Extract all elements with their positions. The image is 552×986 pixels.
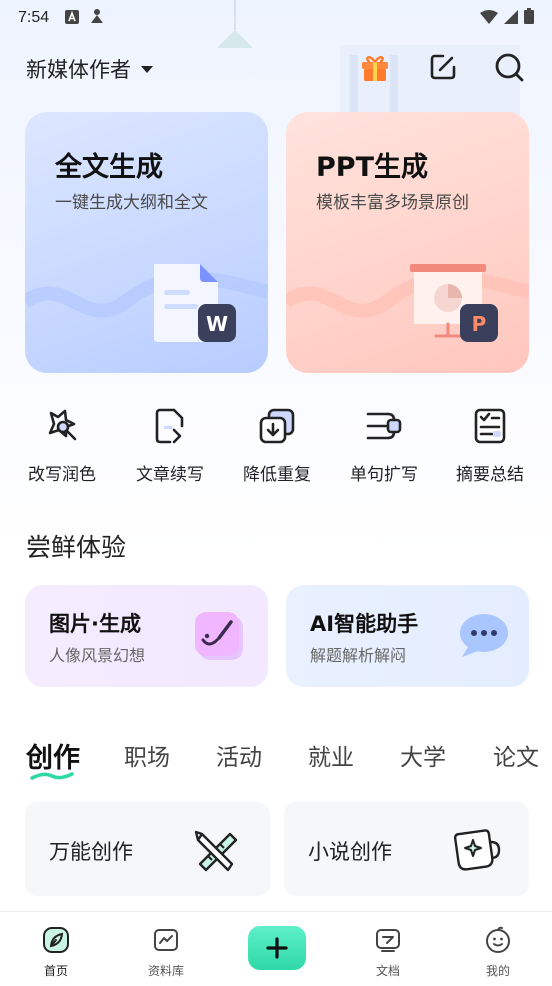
- gift-icon[interactable]: [358, 50, 392, 84]
- tab-activity[interactable]: 活动: [216, 738, 262, 772]
- nav-label: 文档: [375, 964, 400, 978]
- summary-icon: [474, 408, 506, 444]
- tool-label: 改写润色: [28, 465, 96, 485]
- card-title: 全文生成: [55, 152, 163, 183]
- presentation-board-icon: P: [410, 264, 498, 342]
- word-document-icon: W: [154, 264, 236, 342]
- paint-icon: [195, 612, 243, 660]
- notification-person-icon: [89, 8, 105, 28]
- novel-creation-card[interactable]: 小说创作: [284, 802, 529, 896]
- image-generate-card[interactable]: 图片·生成 人像风景幻想: [25, 585, 268, 687]
- ppt-badge-letter: P: [472, 312, 487, 336]
- card-title: 图片·生成: [49, 612, 141, 636]
- ruler-pencil-icon: [194, 830, 238, 872]
- chat-bubble-icon: [460, 614, 508, 657]
- nav-profile[interactable]: 我的: [458, 926, 538, 979]
- plus-icon: [266, 937, 288, 959]
- ai-assistant-card[interactable]: AI智能助手 解题解析解闷: [286, 585, 529, 687]
- tab-workplace[interactable]: 职场: [124, 738, 170, 772]
- word-badge-letter: W: [206, 312, 228, 336]
- continue-icon: [155, 408, 184, 444]
- create-button[interactable]: [248, 926, 306, 970]
- tool-label: 降低重复: [243, 465, 311, 485]
- workspace-switcher[interactable]: 新媒体作者: [26, 54, 153, 84]
- workspace-name: 新媒体作者: [26, 58, 131, 82]
- nav-label: 资料库: [147, 964, 184, 978]
- card-title: AI智能助手: [310, 612, 419, 636]
- nav-library[interactable]: 资料库: [126, 926, 206, 979]
- tool-label: 单句扩写: [350, 465, 418, 485]
- dedupe-icon: [259, 408, 295, 444]
- universal-creation-card[interactable]: 万能创作: [25, 802, 270, 896]
- tools-row: 改写润色 文章续写 降低重复 单句扩写 摘要总结: [0, 406, 552, 486]
- full-text-generate-card[interactable]: 全文生成 一键生成大纲和全文 W: [25, 112, 268, 373]
- tool-rewrite[interactable]: 改写润色: [12, 406, 112, 485]
- document-icon: [376, 929, 400, 952]
- nav-label: 首页: [43, 964, 68, 978]
- nav-home[interactable]: 首页: [16, 926, 96, 979]
- bottom-nav: 首页 资料库 文档 我的: [0, 911, 552, 986]
- tool-reduce-duplicate[interactable]: 降低重复: [227, 406, 327, 485]
- tool-label: 摘要总结: [456, 465, 524, 485]
- caret-down-icon: [141, 65, 153, 73]
- top-bar: 新媒体作者: [0, 44, 552, 92]
- card-title: PPT生成: [316, 152, 428, 183]
- card-title: 小说创作: [308, 840, 392, 864]
- ppt-generate-card[interactable]: PPT生成 模板丰富多场景原创 P: [286, 112, 529, 373]
- edit-icon[interactable]: [426, 50, 460, 84]
- tool-label: 文章续写: [136, 465, 204, 485]
- rewrite-icon: [48, 409, 77, 441]
- nav-documents[interactable]: 文档: [348, 926, 428, 979]
- tool-sentence-expand[interactable]: 单句扩写: [334, 406, 434, 485]
- status-time: 7:54: [18, 9, 50, 26]
- card-subtitle: 人像风景幻想: [49, 646, 146, 665]
- tab-university[interactable]: 大学: [400, 738, 446, 772]
- tool-continue-writing[interactable]: 文章续写: [120, 406, 220, 485]
- search-icon[interactable]: [492, 50, 526, 84]
- category-tabs: 创作 职场 活动 就业 大学 论文: [0, 736, 552, 786]
- tab-thesis[interactable]: 论文: [493, 738, 539, 772]
- expand-icon: [366, 412, 402, 440]
- library-icon: [154, 929, 178, 951]
- active-tab-underline: [30, 772, 74, 780]
- card-subtitle: 解题解析解闷: [310, 646, 407, 665]
- tab-employment[interactable]: 就业: [308, 738, 354, 772]
- home-leaf-icon: [43, 927, 69, 953]
- profile-icon: [486, 926, 510, 953]
- card-subtitle: 模板丰富多场景原创: [316, 193, 469, 213]
- sparkle-cup-icon: [453, 829, 501, 871]
- card-title: 万能创作: [49, 840, 133, 864]
- notification-a-icon: [65, 9, 80, 28]
- card-subtitle: 一键生成大纲和全文: [55, 193, 208, 213]
- section-title-try: 尝鲜体验: [26, 533, 127, 562]
- tool-summary[interactable]: 摘要总结: [440, 406, 540, 485]
- nav-label: 我的: [485, 964, 510, 978]
